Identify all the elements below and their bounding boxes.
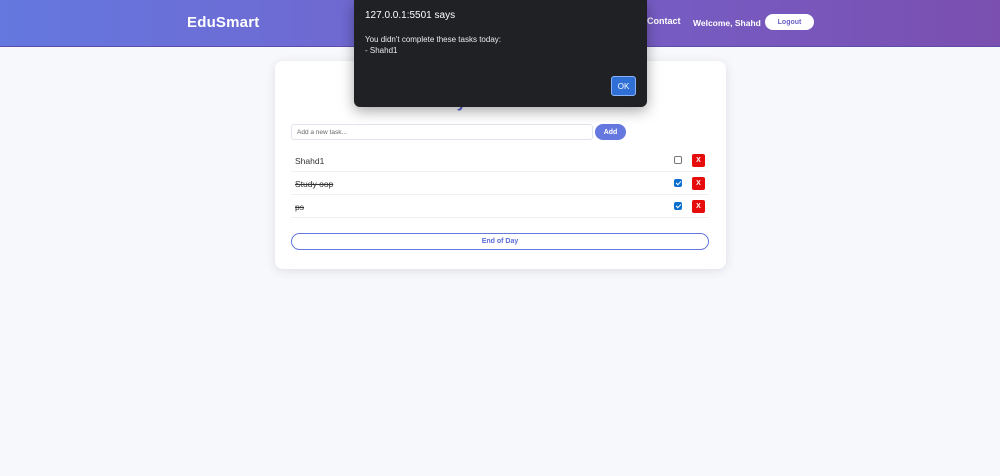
- task-checkbox[interactable]: [674, 202, 682, 210]
- delete-task-button[interactable]: X: [692, 154, 705, 167]
- dialog-message: You didn't complete these tasks today: -…: [365, 35, 501, 55]
- new-task-input[interactable]: [291, 124, 593, 140]
- delete-task-button[interactable]: X: [692, 200, 705, 213]
- alert-dialog: 127.0.0.1:5501 says You didn't complete …: [354, 0, 647, 107]
- task-text: Study oop: [295, 179, 334, 189]
- task-list: Shahd1 X Study oop X ps X: [291, 149, 709, 218]
- task-row: ps X: [291, 195, 709, 218]
- task-text: Shahd1: [295, 156, 325, 166]
- task-checkbox[interactable]: [674, 179, 682, 187]
- welcome-text: Welcome, Shahd: [693, 18, 761, 28]
- task-text: ps: [295, 202, 304, 212]
- add-task-button[interactable]: Add: [595, 124, 626, 140]
- task-row: Shahd1 X: [291, 149, 709, 172]
- ok-button[interactable]: OK: [611, 76, 636, 96]
- brand-logo[interactable]: EduSmart: [187, 14, 259, 31]
- nav-link-contact[interactable]: Contact: [647, 16, 681, 26]
- task-row: Study oop X: [291, 172, 709, 195]
- logout-button[interactable]: Logout: [765, 14, 814, 30]
- dialog-title: 127.0.0.1:5501 says: [365, 10, 456, 21]
- end-of-day-button[interactable]: End of Day: [291, 233, 709, 250]
- delete-task-button[interactable]: X: [692, 177, 705, 190]
- task-checkbox[interactable]: [674, 156, 682, 164]
